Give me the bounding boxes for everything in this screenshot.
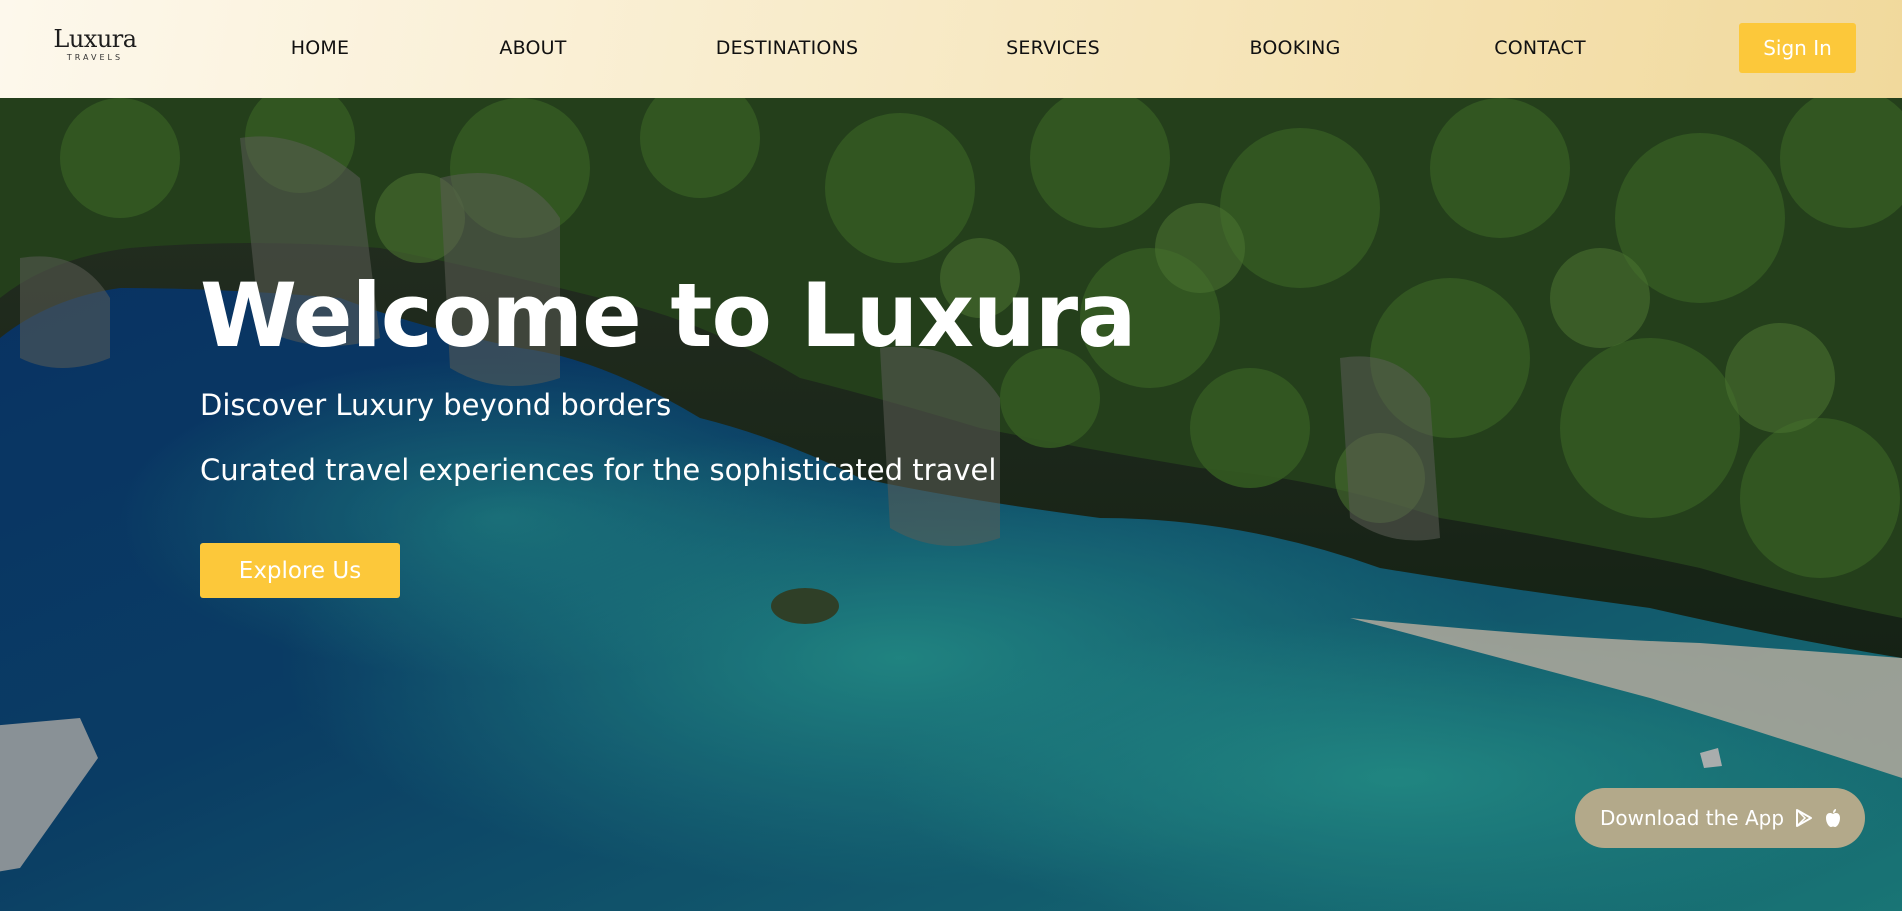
- download-app-label: Download the App: [1600, 806, 1785, 830]
- site-header: Luxura TRAVELS HOME ABOUT DESTINATIONS S…: [0, 0, 1902, 98]
- download-app-button[interactable]: Download the App: [1575, 788, 1865, 848]
- nav-destinations[interactable]: DESTINATIONS: [716, 37, 858, 59]
- brand-tagline: TRAVELS: [66, 53, 124, 62]
- hero-subtitle: Discover Luxury beyond borders: [200, 388, 672, 422]
- hero-tagline: Curated travel experiences for the sophi…: [200, 453, 997, 487]
- nav-booking[interactable]: BOOKING: [1249, 37, 1340, 59]
- sign-in-button[interactable]: Sign In: [1739, 23, 1856, 73]
- play-store-icon: [1796, 809, 1813, 827]
- nav-contact[interactable]: CONTACT: [1494, 37, 1586, 59]
- hero-title: Welcome to Luxura: [200, 264, 1136, 367]
- nav-about[interactable]: ABOUT: [499, 37, 566, 59]
- explore-us-button[interactable]: Explore Us: [200, 543, 400, 598]
- apple-icon: [1826, 809, 1841, 827]
- nav-home[interactable]: HOME: [291, 37, 349, 59]
- brand-logo[interactable]: Luxura TRAVELS: [53, 26, 137, 62]
- nav-services[interactable]: SERVICES: [1006, 37, 1100, 59]
- brand-name: Luxura: [53, 25, 137, 53]
